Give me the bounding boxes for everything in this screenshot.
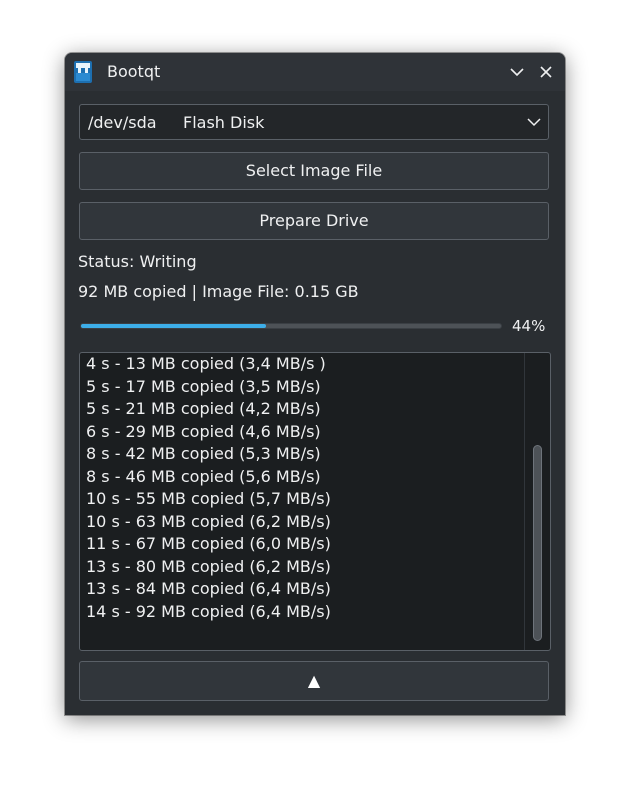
drive-device: /dev/sda bbox=[88, 113, 157, 132]
log-line: 4 s - 13 MB copied (3,4 MB/s ) bbox=[86, 354, 326, 373]
prepare-drive-button[interactable]: Prepare Drive bbox=[79, 202, 549, 240]
status-label: Status: Writing bbox=[78, 252, 197, 271]
close-icon[interactable] bbox=[535, 61, 557, 83]
log-line: 10 s - 63 MB copied (6,2 MB/s) bbox=[86, 511, 331, 531]
copy-info-label: 92 MB copied | Image File: 0.15 GB bbox=[78, 282, 359, 301]
log-line: 8 s - 42 MB copied (5,3 MB/s) bbox=[86, 444, 321, 463]
scrollbar-handle[interactable] bbox=[533, 445, 542, 641]
log-line: 6 s - 29 MB copied (4,6 MB/s) bbox=[86, 421, 321, 441]
log-line: 5 s - 17 MB copied (3,5 MB/s) bbox=[86, 376, 321, 396]
log-line: 11 s - 67 MB copied (6,0 MB/s) bbox=[86, 534, 331, 553]
title-bar[interactable]: Bootqt bbox=[65, 53, 565, 91]
select-image-button[interactable]: Select Image File bbox=[79, 152, 549, 190]
log-scrollbar[interactable] bbox=[524, 353, 550, 650]
progress-bar bbox=[80, 323, 502, 329]
log-line: 8 s - 46 MB copied (5,6 MB/s) bbox=[86, 466, 321, 486]
log-line: 13 s - 84 MB copied (6,4 MB/s) bbox=[86, 579, 331, 598]
toggle-log-button[interactable]: ▲ bbox=[79, 661, 549, 701]
chevron-down-icon bbox=[527, 118, 541, 127]
drive-model: Flash Disk bbox=[183, 113, 265, 132]
drive-select[interactable]: /dev/sda Flash Disk bbox=[79, 104, 549, 140]
log-line: 10 s - 55 MB copied (5,7 MB/s) bbox=[86, 489, 331, 508]
log-line: 13 s - 80 MB copied (6,2 MB/s) bbox=[86, 556, 331, 576]
triangle-up-icon: ▲ bbox=[307, 671, 321, 690]
log-line: 5 s - 21 MB copied (4,2 MB/s) bbox=[86, 399, 321, 418]
bootqt-app-icon bbox=[74, 61, 92, 83]
app-window: Bootqt /dev/sda Flash Disk Select Image … bbox=[65, 53, 565, 715]
window-title: Bootqt bbox=[107, 62, 161, 81]
log-line: 14 s - 92 MB copied (6,4 MB/s) bbox=[86, 601, 331, 621]
chevron-down-icon[interactable] bbox=[506, 61, 528, 83]
log-lines: 4 s - 13 MB copied (3,4 MB/s ) 5 s - 17 M… bbox=[86, 353, 516, 623]
progress-fill bbox=[81, 324, 266, 328]
log-view[interactable]: 4 s - 13 MB copied (3,4 MB/s ) 5 s - 17 M… bbox=[79, 352, 551, 651]
progress-percent: 44% bbox=[512, 317, 546, 335]
